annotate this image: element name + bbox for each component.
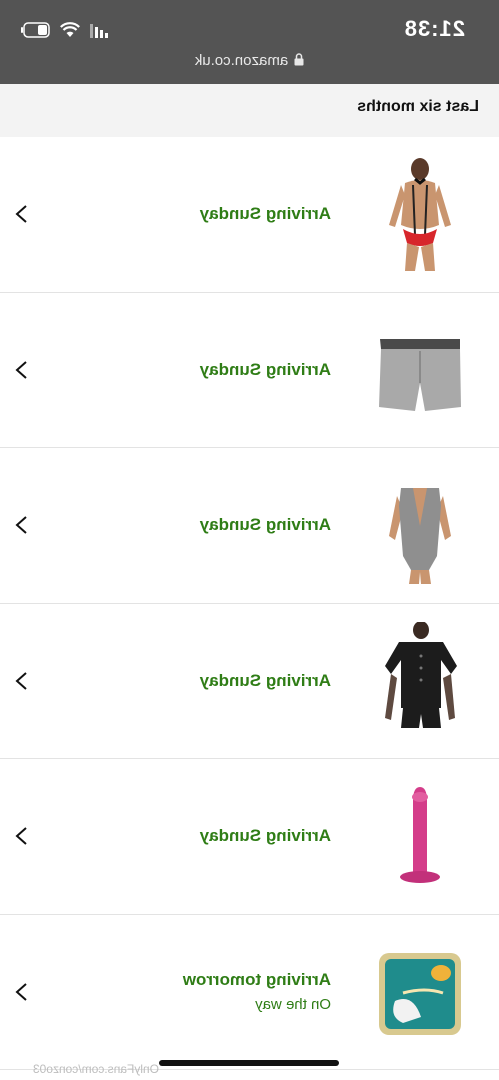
order-text: Arriving Sunday: [200, 604, 331, 759]
chevron-right-icon: [15, 361, 27, 379]
pink-toy-image: [375, 777, 465, 895]
battery-icon: [20, 22, 50, 38]
order-row[interactable]: Arriving Sunday: [0, 603, 499, 759]
lock-icon: [294, 53, 304, 70]
status-bar: 21:38: [0, 0, 499, 52]
browser-bar: 21:38 amazon.co.uk: [0, 0, 499, 84]
order-text: Arriving tomorrow On the way: [183, 915, 331, 1070]
order-row[interactable]: Arriving Sunday: [0, 137, 499, 293]
status-icons: [20, 20, 108, 40]
grey-boxer-shorts-image: [375, 311, 465, 429]
order-row[interactable]: Arriving Sunday: [0, 759, 499, 915]
signal-icon: [90, 22, 108, 38]
chevron-right-icon: [15, 827, 27, 845]
mirrored-screen: 21:38 amazon.co.uk Last six months Arriv…: [0, 0, 499, 1080]
delivery-status: Arriving tomorrow: [182, 970, 331, 990]
delivery-status: Arriving Sunday: [199, 826, 331, 846]
home-indicator[interactable]: [159, 1060, 339, 1066]
order-text: Arriving Sunday: [200, 293, 331, 448]
order-row[interactable]: Arriving Sunday: [0, 292, 499, 448]
watermark: OnlyFans.com/conzo03: [32, 1062, 159, 1076]
cat-food-tray-image: [375, 933, 465, 1051]
harness-lingerie-image: [375, 155, 465, 273]
orders-list: Arriving Sunday Arriving Sunday Arriving…: [0, 137, 499, 1070]
clock: 21:38: [403, 16, 465, 41]
chevron-right-icon: [15, 672, 27, 690]
chevron-right-icon: [15, 205, 27, 223]
section-header: Last six months: [0, 84, 499, 137]
order-text: Arriving Sunday: [200, 759, 331, 914]
chevron-right-icon: [15, 983, 27, 1001]
url-text: amazon.co.uk: [194, 52, 289, 69]
order-text: Arriving Sunday: [200, 448, 331, 603]
section-title: Last six months: [357, 98, 479, 115]
order-row[interactable]: Arriving Sunday: [0, 448, 499, 604]
delivery-status: Arriving Sunday: [199, 204, 331, 224]
delivery-status: Arriving Sunday: [199, 359, 331, 379]
order-text: Arriving Sunday: [200, 137, 331, 292]
black-romper-image: [375, 621, 465, 740]
delivery-status: Arriving Sunday: [199, 670, 331, 690]
delivery-status: Arriving Sunday: [199, 515, 331, 535]
order-row[interactable]: Arriving tomorrow On the way: [0, 914, 499, 1070]
delivery-substatus: On the way: [255, 996, 331, 1014]
address-bar[interactable]: amazon.co.uk: [0, 52, 499, 70]
chevron-right-icon: [15, 516, 27, 534]
wifi-icon: [60, 22, 80, 38]
grey-bodysuit-image: [375, 466, 465, 584]
